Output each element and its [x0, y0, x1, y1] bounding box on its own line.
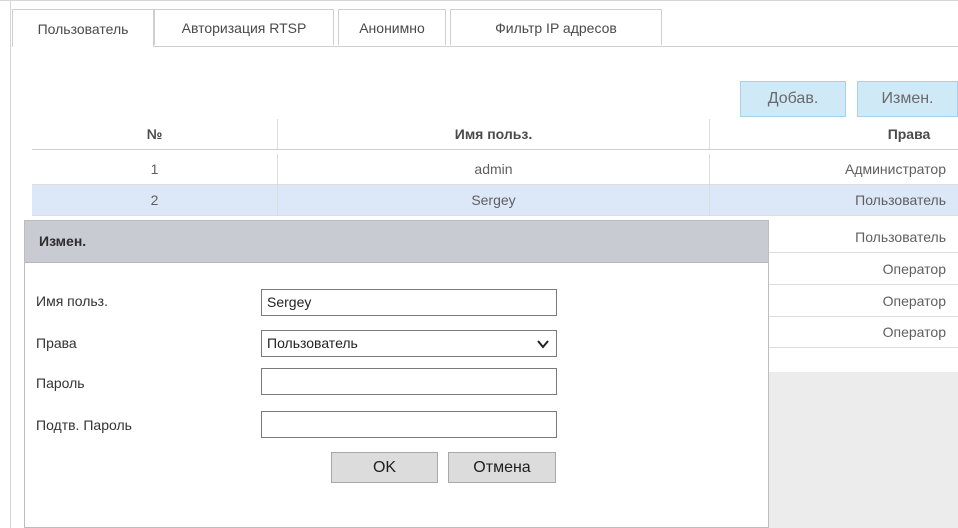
row-username: admin: [278, 154, 710, 184]
password-input[interactable]: [261, 368, 557, 395]
rights-select[interactable]: Пользователь: [261, 330, 557, 357]
frame-top-line: [0, 0, 958, 1]
row-number: 1: [32, 154, 278, 184]
row-number: 2: [32, 185, 278, 215]
tab-bar: Пользователь Авторизация RTSP Анонимно Ф…: [12, 9, 958, 47]
header-username: Имя польз.: [278, 119, 710, 149]
cancel-button[interactable]: Отмена: [448, 452, 556, 483]
table-row-selected[interactable]: 2 Sergey Пользователь: [32, 185, 958, 216]
row-rights: Пользователь: [855, 192, 946, 208]
edit-button[interactable]: Измен.: [857, 81, 958, 117]
username-label: Имя польз.: [36, 293, 108, 309]
table-header-row: № Имя польз. Права: [32, 119, 958, 150]
confirm-password-input[interactable]: [261, 411, 557, 438]
tab-anonymous[interactable]: Анонимно: [338, 9, 446, 45]
chevron-down-icon: [537, 340, 549, 349]
ok-button[interactable]: OK: [331, 452, 438, 483]
row-rights: Администратор: [844, 161, 946, 177]
add-button[interactable]: Добав.: [740, 81, 846, 117]
tab-ip-filter[interactable]: Фильтр IP адресов: [450, 9, 662, 45]
header-number: №: [32, 119, 278, 149]
tab-user[interactable]: Пользователь: [12, 9, 154, 47]
header-rights: Права: [887, 126, 931, 142]
dialog-title[interactable]: Измен.: [25, 221, 768, 263]
confirm-password-label: Подтв. Пароль: [36, 417, 132, 433]
row-username: Sergey: [278, 185, 710, 215]
rights-label: Права: [36, 335, 77, 351]
table-row[interactable]: 1 admin Администратор: [32, 154, 958, 185]
frame-left-line: [10, 0, 11, 528]
rights-select-value: Пользователь: [267, 335, 358, 351]
password-label: Пароль: [36, 375, 85, 391]
tab-rtsp-auth[interactable]: Авторизация RTSP: [154, 9, 334, 45]
edit-user-dialog: Измен. Имя польз. Sergey Права Пользоват…: [24, 220, 769, 528]
username-input[interactable]: Sergey: [261, 289, 557, 316]
